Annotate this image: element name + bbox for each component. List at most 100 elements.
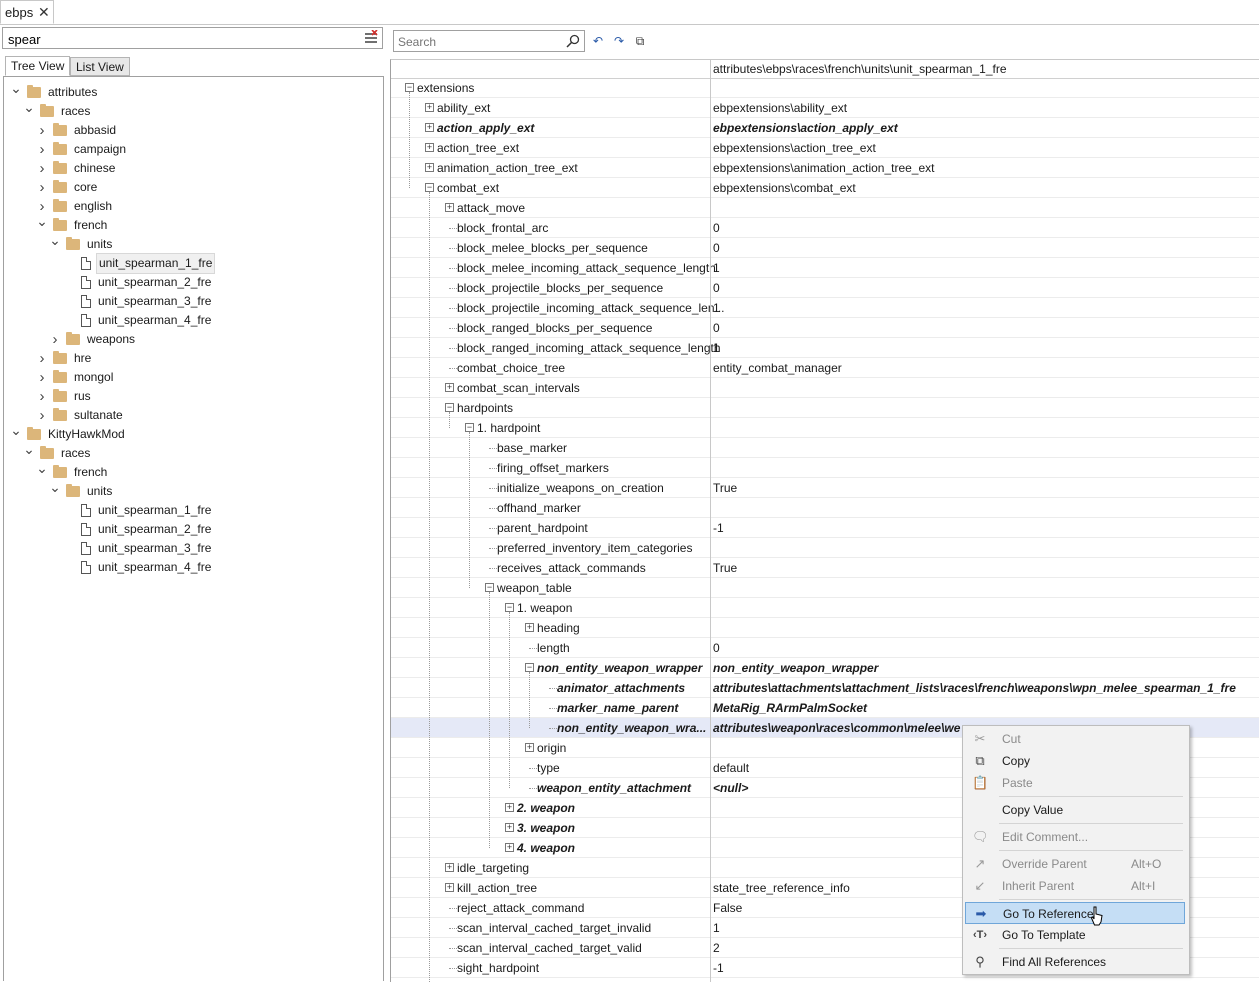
chevron-down-icon[interactable]: ⌄ xyxy=(49,231,61,250)
menu-item-copy-value[interactable]: Copy Value xyxy=(965,799,1185,821)
clear-filter-icon[interactable] xyxy=(364,30,378,44)
tab-list-view[interactable]: List View xyxy=(70,57,130,76)
tree-item[interactable]: › chinese xyxy=(4,159,382,178)
menu-item-go-to-template[interactable]: ‹T› Go To Template xyxy=(965,924,1185,946)
expand-icon[interactable]: + xyxy=(445,383,454,392)
chevron-down-icon[interactable]: ⌄ xyxy=(23,440,35,459)
property-row[interactable]: initialize_weapons_on_creation True xyxy=(391,478,1259,498)
property-value[interactable]: 0 xyxy=(713,218,720,238)
chevron-down-icon[interactable]: ⌄ xyxy=(23,98,35,117)
tree-item[interactable]: › campaign xyxy=(4,140,382,159)
property-row[interactable]: parent_hardpoint -1 xyxy=(391,518,1259,538)
chevron-right-icon[interactable]: › xyxy=(36,406,48,425)
property-value[interactable]: -1 xyxy=(713,958,724,978)
menu-item-cut[interactable]: ✂ Cut xyxy=(965,728,1185,750)
menu-item-copy[interactable]: ⧉ Copy xyxy=(965,750,1185,772)
property-value[interactable]: True xyxy=(713,558,737,578)
collapse-icon[interactable]: − xyxy=(405,83,414,92)
property-row[interactable]: firing_offset_markers xyxy=(391,458,1259,478)
property-row[interactable]: marker_name_parent MetaRig_RArmPalmSocket xyxy=(391,698,1259,718)
menu-item-inherit-parent[interactable]: ↙ Inherit Parent Alt+I xyxy=(965,875,1185,897)
property-row[interactable]: − extensions xyxy=(391,78,1259,98)
property-row[interactable]: block_ranged_incoming_attack_sequence_le… xyxy=(391,338,1259,358)
expand-icon[interactable]: + xyxy=(445,863,454,872)
property-value[interactable]: ebpextensions\animation_action_tree_ext xyxy=(713,158,934,178)
tree-item[interactable]: › abbasid xyxy=(4,121,382,140)
property-value[interactable]: 2 xyxy=(713,938,720,958)
tree-item[interactable]: › hre xyxy=(4,349,382,368)
chevron-right-icon[interactable]: › xyxy=(36,140,48,159)
property-value[interactable]: -1 xyxy=(713,518,724,538)
property-value[interactable]: ebpextensions\combat_ext xyxy=(713,178,856,198)
property-row[interactable]: + combat_scan_intervals xyxy=(391,378,1259,398)
property-row[interactable]: + action_apply_ext ebpextensions\action_ap… xyxy=(391,118,1259,138)
collapse-all-icon[interactable]: ⧉ xyxy=(633,33,647,49)
property-value[interactable]: ebpextensions\ability_ext xyxy=(713,98,847,118)
expand-icon[interactable]: + xyxy=(425,143,434,152)
property-row[interactable]: −1. hardpoint xyxy=(391,418,1259,438)
property-row[interactable]: − combat_ext ebpextensions\combat_ext xyxy=(391,178,1259,198)
property-value[interactable]: True xyxy=(713,478,737,498)
collapse-icon[interactable]: − xyxy=(465,423,474,432)
property-row[interactable]: block_projectile_blocks_per_sequence 0 xyxy=(391,278,1259,298)
menu-item-override-parent[interactable]: ↗ Override Parent Alt+O xyxy=(965,853,1185,875)
property-row[interactable]: block_melee_blocks_per_sequence 0 xyxy=(391,238,1259,258)
expand-icon[interactable]: + xyxy=(425,123,434,132)
property-row[interactable]: + attack_move xyxy=(391,198,1259,218)
property-value[interactable]: ebpextensions\action_apply_ext xyxy=(713,118,898,138)
tree-item[interactable]: ⌄ KittyHawkMod xyxy=(4,422,382,444)
tree-item[interactable]: unit_spearman_4_fre xyxy=(4,311,382,330)
property-row[interactable]: base_marker xyxy=(391,438,1259,458)
tree-item[interactable]: ⌄ races xyxy=(4,99,382,121)
property-row[interactable]: + action_tree_ext ebpextensions\action_tre… xyxy=(391,138,1259,158)
tree-item[interactable]: ⌄ units xyxy=(4,479,382,501)
column-divider[interactable] xyxy=(710,60,711,982)
chevron-down-icon[interactable]: ⌄ xyxy=(10,79,22,98)
property-row[interactable]: block_frontal_arc 0 xyxy=(391,218,1259,238)
property-value[interactable]: MetaRig_RArmPalmSocket xyxy=(713,698,867,718)
property-value[interactable]: state_tree_reference_info xyxy=(713,878,850,898)
property-row[interactable]: − weapon_table xyxy=(391,578,1259,598)
property-value[interactable]: default xyxy=(713,758,749,778)
property-value[interactable]: 1 xyxy=(713,258,720,278)
expand-icon[interactable]: + xyxy=(445,883,454,892)
expand-icon[interactable]: + xyxy=(425,103,434,112)
tree-item[interactable]: ⌄ races xyxy=(4,441,382,463)
property-value[interactable]: 1 xyxy=(713,918,720,938)
tree-item[interactable]: unit_spearman_1_fre xyxy=(4,253,382,274)
property-row[interactable]: − non_entity_weapon_wrapper non_entity_wea… xyxy=(391,658,1259,678)
tree-filter-input[interactable] xyxy=(6,31,350,48)
next-result-icon[interactable]: ↷ xyxy=(612,33,626,49)
property-search-box[interactable] xyxy=(393,30,585,52)
property-row[interactable]: animator_attachments attributes\attachmen… xyxy=(391,678,1259,698)
tree-item[interactable]: › sultanate xyxy=(4,406,382,425)
property-value[interactable]: ebpextensions\action_tree_ext xyxy=(713,138,876,158)
chevron-right-icon[interactable]: › xyxy=(36,349,48,368)
property-value[interactable]: 0 xyxy=(713,238,720,258)
collapse-icon[interactable]: − xyxy=(485,583,494,592)
document-tab-ebps[interactable]: ebps ✕ xyxy=(0,0,54,24)
chevron-right-icon[interactable]: › xyxy=(36,368,48,387)
chevron-down-icon[interactable]: ⌄ xyxy=(10,421,22,440)
property-value[interactable]: 0 xyxy=(713,318,720,338)
expand-icon[interactable]: + xyxy=(505,803,514,812)
search-icon[interactable] xyxy=(566,34,580,48)
collapse-icon[interactable]: − xyxy=(425,183,434,192)
property-value[interactable]: 0 xyxy=(713,638,720,658)
chevron-down-icon[interactable]: ⌄ xyxy=(36,212,48,231)
property-row[interactable]: block_melee_incoming_attack_sequence_len… xyxy=(391,258,1259,278)
property-value[interactable]: 1 xyxy=(713,298,720,318)
chevron-down-icon[interactable]: ⌄ xyxy=(49,478,61,497)
expand-icon[interactable]: + xyxy=(505,823,514,832)
tree-item[interactable]: unit_spearman_3_fre xyxy=(4,292,382,311)
tree-item[interactable]: unit_spearman_1_fre xyxy=(4,501,382,520)
tree-item[interactable]: › weapons xyxy=(4,330,382,349)
chevron-right-icon[interactable]: › xyxy=(36,159,48,178)
property-value[interactable]: non_entity_weapon_wrapper xyxy=(713,658,878,678)
tree-item[interactable]: unit_spearman_2_fre xyxy=(4,273,382,292)
property-row[interactable]: −1. weapon xyxy=(391,598,1259,618)
property-value[interactable]: 0 xyxy=(713,278,720,298)
chevron-right-icon[interactable]: › xyxy=(49,330,61,349)
tree-item[interactable]: unit_spearman_4_fre xyxy=(4,558,382,577)
property-row[interactable]: length 0 xyxy=(391,638,1259,658)
